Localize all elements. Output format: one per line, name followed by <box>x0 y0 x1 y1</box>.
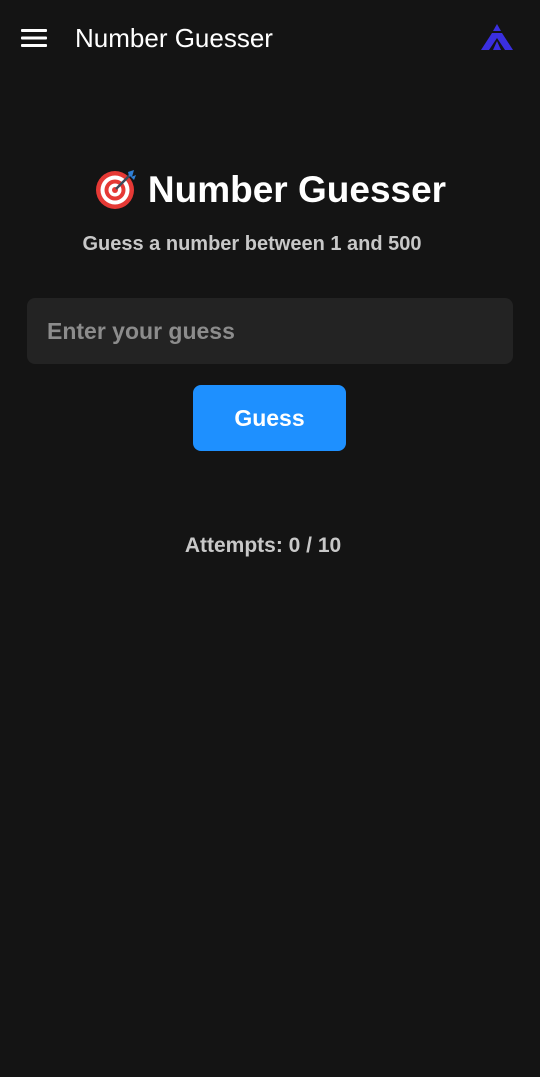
menu-button[interactable] <box>16 20 52 56</box>
page-title: Number Guesser <box>0 166 540 214</box>
app-bar: Number Guesser <box>0 0 540 76</box>
mountain-logo-icon[interactable] <box>480 22 514 52</box>
guess-input[interactable] <box>27 298 513 364</box>
attempts-counter: Attempts: 0 / 10 <box>184 534 342 557</box>
range-subtitle: Guess a number between 1 and 500 <box>82 233 422 255</box>
headline-text: Number Guesser <box>147 169 447 210</box>
app-bar-title: Number Guesser <box>75 23 273 53</box>
hamburger-menu-icon <box>21 29 47 47</box>
guess-button[interactable]: Guess <box>193 385 346 451</box>
direct-hit-target-icon <box>95 170 136 210</box>
